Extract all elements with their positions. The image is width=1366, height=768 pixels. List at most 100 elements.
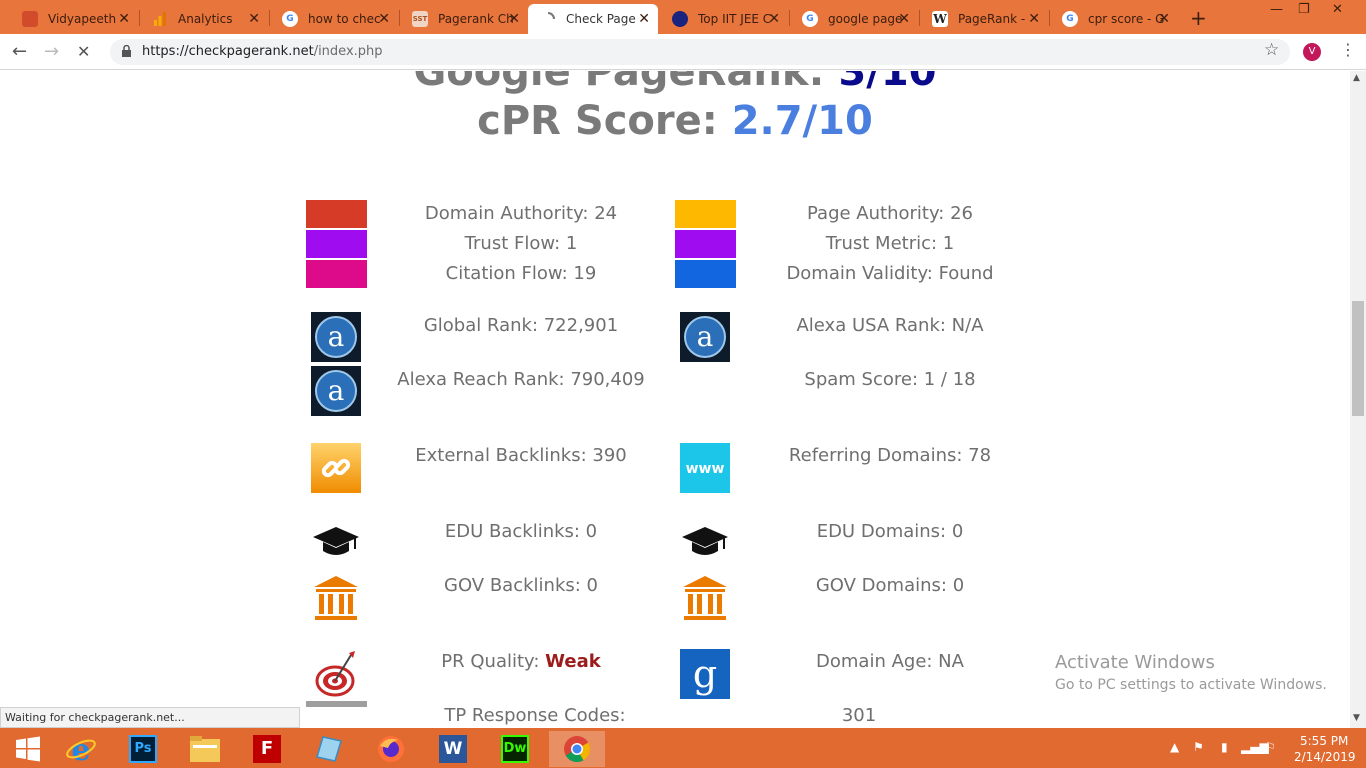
trust-flow: Trust Flow: 1 [464,233,578,254]
internet-explorer-icon[interactable]: e [53,731,109,767]
svg-text:a: a [328,374,345,407]
close-icon[interactable]: ✕ [248,11,260,27]
tab-analytics[interactable]: Analytics ✕ [140,4,268,34]
wikipedia-icon: W [932,11,948,27]
show-hidden-icons-icon[interactable]: ▲ [1170,740,1179,754]
pr-quality-value: Weak [545,651,601,672]
restore-icon[interactable]: ❐ [1298,2,1310,17]
sst-icon: SST [412,11,428,27]
domain-validity-swatch [675,260,736,288]
new-tab-button[interactable]: + [1190,6,1207,30]
address-bar[interactable]: https://checkpagerank.net/index.php [110,39,1290,65]
avatar[interactable]: V [1303,43,1321,61]
global-rank: Global Rank: 722,901 [423,315,619,336]
cpr-score-heading: cPR Score: 2.7/10 [0,98,1350,144]
tab-title: Vidyapeeth [48,12,117,26]
clock-date[interactable]: 2/14/2019 [1294,750,1356,764]
iit-icon [672,11,688,27]
google-pagerank-heading: Google PageRank: 3/10 [0,71,1350,95]
lock-icon [122,45,131,57]
activate-windows-title: Activate Windows [1055,652,1215,673]
scroll-up-icon[interactable]: ▲ [1353,73,1360,83]
tab-cpr-score[interactable]: G cpr score - G ✕ [1050,4,1178,34]
scroll-thumb[interactable] [1352,301,1364,416]
tab-vidyapeeth[interactable]: Vidyapeeth ✕ [10,4,138,34]
tab-title: Pagerank Ch [438,12,514,26]
tab-title: google page [828,12,903,26]
activate-windows-subtitle: Go to PC settings to activate Windows. [1055,677,1327,693]
citation-flow-swatch [306,260,367,288]
page-scrollbar[interactable]: ▲ ▼ [1350,71,1366,728]
page-authority-swatch [675,200,736,228]
trust-metric-swatch [675,230,736,258]
action-center-flag-icon[interactable]: ⚐ [1265,740,1276,754]
close-icon[interactable]: ✕ [898,11,910,27]
tab-how-to-check[interactable]: G how to chec ✕ [270,4,398,34]
browser-tab-strip: Vidyapeeth ✕ Analytics ✕ G how to chec ✕… [0,0,1366,34]
google-icon: G [1062,11,1078,27]
trust-metric: Trust Metric: 1 [825,233,955,254]
graduation-cap-icon [682,527,728,555]
edu-backlinks: EDU Backlinks: 0 [444,521,598,542]
tab-title: Check Page [566,12,636,26]
gov-backlinks: GOV Backlinks: 0 [444,575,598,596]
tab-title: cpr score - G [1088,12,1165,26]
close-icon[interactable]: ✕ [378,11,390,27]
windows-start-icon[interactable] [0,731,56,767]
clock-time[interactable]: 5:55 PM [1300,734,1348,748]
target-dart-icon [315,651,355,697]
cpr-label: cPR Score: [477,98,732,144]
url-path: /index.php [313,44,383,59]
close-icon[interactable]: ✕ [118,11,130,27]
tab-check-pagerank[interactable]: Check Page ✕ [528,4,658,34]
google-icon: G [802,11,818,27]
battery-icon[interactable]: ▮ [1221,740,1228,754]
tab-pagerank-wikipedia[interactable]: W PageRank - ✕ [920,4,1048,34]
back-icon[interactable]: ← [12,41,27,62]
firefox-icon[interactable] [363,731,419,767]
alexa-reach-rank: Alexa Reach Rank: 790,409 [397,369,645,390]
close-icon[interactable]: ✕ [508,11,520,27]
edu-domains: EDU Domains: 0 [816,521,964,542]
windows-taskbar: e Ps F W Dw [0,728,1366,768]
dreamweaver-icon[interactable]: Dw [487,731,543,767]
alexa-icon: a [311,312,361,362]
alexa-icon: a [680,312,730,362]
spam-score: Spam Score: 1 / 18 [804,369,976,390]
pr-quality: PR Quality: Weak [371,651,671,672]
stop-loading-icon[interactable]: ✕ [77,42,90,61]
external-backlinks: External Backlinks: 390 [415,445,627,466]
file-explorer-icon[interactable] [177,731,233,767]
domain-authority: Domain Authority: 24 [424,203,618,224]
tab-google-pagerank[interactable]: G google page ✕ [790,4,918,34]
referring-domains: Referring Domains: 78 [788,445,992,466]
government-building-icon [314,576,358,620]
close-icon[interactable]: ✕ [1028,11,1040,27]
close-icon[interactable]: ✕ [1158,11,1170,27]
chrome-icon[interactable] [549,731,605,767]
link-icon [311,443,361,493]
close-icon[interactable]: ✕ [768,11,780,27]
bookmark-star-icon[interactable]: ☆ [1264,40,1279,60]
tab-top-iit-jee[interactable]: Top IIT JEE C ✕ [660,4,788,34]
red-square-icon [22,11,38,27]
government-building-icon [683,576,727,620]
filezilla-icon[interactable]: F [239,731,295,767]
forward-icon[interactable]: → [44,41,59,62]
menu-icon[interactable]: ⋮ [1340,40,1356,59]
gpr-label: Google PageRank: [413,71,839,95]
page-authority: Page Authority: 26 [807,203,973,224]
scroll-down-icon[interactable]: ▼ [1353,713,1360,723]
word-icon[interactable]: W [425,731,481,767]
notepad-icon[interactable] [301,731,357,767]
url-text: https://checkpagerank.net/index.php [142,44,383,59]
loading-icon [540,11,556,27]
close-icon[interactable]: ✕ [638,11,650,27]
network-flag-icon[interactable]: ⚑ [1193,740,1204,754]
gpr-value: 3/10 [838,71,937,95]
domain-validity: Domain Validity: Found [786,263,994,284]
photoshop-icon[interactable]: Ps [115,731,171,767]
tab-pagerank-checker[interactable]: SST Pagerank Ch ✕ [400,4,528,34]
window-close-icon[interactable]: ✕ [1332,2,1343,17]
minimize-icon[interactable]: — [1270,2,1283,17]
